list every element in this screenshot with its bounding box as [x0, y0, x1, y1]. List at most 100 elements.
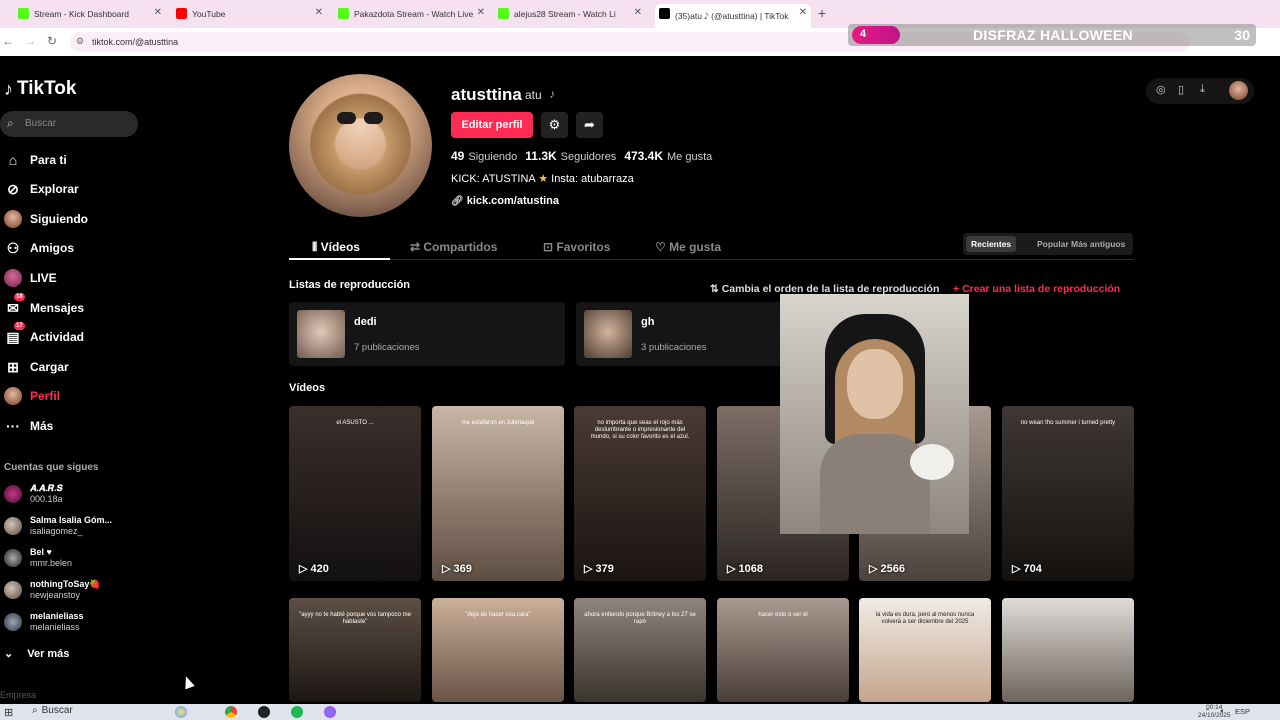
reload-icon[interactable]: ↻ [47, 34, 57, 48]
nav-label: Actividad [30, 330, 85, 344]
profile-link[interactable]: 🔗︎ kick.com/atustina [451, 195, 559, 207]
video-thumbnail[interactable]: me estafaron en Juleriaque ▷ 369 [432, 406, 564, 581]
followed-account[interactable]: Salma Isalia Góm... isaliagomez_ [4, 511, 112, 541]
forward-icon[interactable]: → [24, 34, 36, 48]
settings-icon[interactable]: ⚙ [541, 112, 568, 138]
avatar [4, 485, 22, 503]
close-tab-icon[interactable]: ✕ [477, 7, 485, 18]
nav-item-amigos[interactable]: ⚇ Amigos [4, 237, 74, 259]
likes-count: 473.4K [624, 149, 664, 163]
following-section-title: Cuentas que sigues [4, 462, 99, 473]
browser-tab-active[interactable]: (35)atu 𝅘𝅥𝅮 (@atusttina) | TikTok ✕ [655, 4, 811, 28]
chrome-icon[interactable] [225, 706, 237, 718]
site-info-icon[interactable]: ⚙ [76, 36, 84, 47]
views-count: 369 [453, 563, 472, 575]
video-caption: no wean tho summer i turned pretty [1020, 420, 1116, 426]
tab-compartidos[interactable]: ⇄ Compartidos [410, 240, 497, 254]
obs-icon[interactable] [258, 706, 270, 718]
new-tab-button[interactable]: + [818, 5, 826, 21]
browser-tab[interactable]: Stream - Kick Dashboard ✕ [14, 4, 166, 24]
see-more-button[interactable]: ⌄ Ver más [4, 647, 69, 661]
close-tab-icon[interactable]: ✕ [799, 7, 807, 18]
video-caption: me estafaron en Juleriaque [461, 420, 535, 426]
create-label: Crear una lista de reproducción [962, 283, 1121, 295]
user-avatar[interactable] [1229, 81, 1248, 100]
video-thumbnail[interactable]: no importa que seas el rojo más deslumbr… [574, 406, 706, 581]
followed-account[interactable]: 𝑨.𝑨.𝑹.𝑺 000.18a [4, 479, 63, 509]
nav-item-cargar[interactable]: ⊞ Cargar [4, 356, 69, 378]
video-thumbnail[interactable]: el ASUSTO ... ▷ 420 [289, 406, 421, 581]
nav-item-perfil[interactable]: Perfil [4, 385, 60, 407]
video-thumbnail[interactable] [1002, 598, 1134, 702]
create-playlist-button[interactable]: + Crear una lista de reproducción [953, 283, 1120, 295]
followed-account[interactable]: melanieliass melanieliass [4, 607, 84, 637]
spotify-icon[interactable] [291, 706, 303, 718]
taskbar-clock[interactable]: 00:14 24/10/2025 [1198, 704, 1231, 719]
nav-item-siguiendo[interactable]: Siguiendo [4, 208, 88, 230]
tab-title: (35)atu 𝅘𝅥𝅮 (@atusttina) | TikTok [675, 10, 789, 21]
footer-empresa-link[interactable]: Empresa [0, 690, 36, 700]
following-count: 49 [451, 149, 465, 163]
avatar [4, 517, 22, 535]
nav-item-para-ti[interactable]: ⌂ Para ti [4, 149, 67, 171]
plush-toy-shape [910, 444, 954, 480]
followed-account[interactable]: nothingToSay🍓 newjeanstoy [4, 575, 101, 605]
widgets-icon[interactable] [175, 706, 187, 718]
play-icon: ▷ [727, 563, 739, 575]
sort-recent-button[interactable]: Recientes [966, 236, 1017, 252]
playlist-card[interactable]: dedi 7 publicaciones [289, 302, 565, 366]
bookmark-icon: ⊡ [543, 240, 557, 254]
video-thumbnail[interactable]: "deja de hacer esa cara" [432, 598, 564, 702]
close-tab-icon[interactable]: ✕ [634, 7, 642, 18]
coins-icon[interactable]: ◎ [1156, 83, 1166, 96]
video-caption: "ayyy no te hablé porque vos tampoco me … [299, 612, 411, 625]
nav-item-actividad[interactable]: ▤ 17 Actividad [4, 322, 85, 348]
screen: Stream - Kick Dashboard ✕ YouTube ✕ Paka… [0, 0, 1280, 720]
followed-account[interactable]: Bel ♥ mmr.belen [4, 543, 72, 573]
messages-icon: ✉ [7, 299, 19, 316]
tab-me-gusta[interactable]: ♡ Me gusta [655, 240, 721, 254]
close-tab-icon[interactable]: ✕ [154, 7, 162, 18]
browser-tab[interactable]: YouTube ✕ [172, 4, 327, 24]
share-icon[interactable]: ➦ [576, 112, 603, 138]
friends-icon: ⚇ [6, 239, 20, 256]
app-icon[interactable] [324, 706, 336, 718]
sort-oldest-button[interactable]: Más antiguos [1066, 236, 1130, 252]
edit-profile-button[interactable]: Editar perfil [451, 112, 533, 138]
search-input[interactable]: ⌕ Buscar [0, 111, 138, 137]
tab-favoritos[interactable]: ⊡ Favoritos [543, 240, 610, 254]
account-handle: mmr.belen [30, 558, 73, 568]
nav-item-mensajes[interactable]: ✉ 18 Mensajes [4, 293, 84, 319]
video-thumbnail[interactable]: "ayyy no te hablé porque vos tampoco me … [289, 598, 421, 702]
windows-start-icon[interactable]: ⊞ [4, 706, 13, 719]
video-thumbnail[interactable]: no wean tho summer i turned pretty ▷ 704 [1002, 406, 1134, 581]
kick-favicon-icon [338, 8, 349, 19]
chevron-down-icon: ⌄ [4, 648, 14, 660]
language-indicator[interactable]: ESP [1235, 707, 1250, 716]
stat-following[interactable]: 49 Siguiendo [451, 149, 517, 163]
views-count: 420 [310, 563, 329, 575]
play-icon: ▷ [299, 563, 311, 575]
nav-item-explorar[interactable]: ⊘ Explorar [4, 178, 79, 200]
views-count: 379 [595, 563, 614, 575]
device-icon[interactable]: ▯ [1178, 83, 1184, 96]
browser-tab[interactable]: alejus28 Stream - Watch Li ✕ [494, 4, 646, 24]
download-icon[interactable]: ⤓ [1200, 83, 1205, 96]
playlist-name: dedi [354, 316, 377, 328]
tiktok-logo[interactable]: ♪ TikTok [4, 78, 76, 100]
activity-badge: 17 [14, 322, 25, 330]
video-views: ▷ 420 [299, 562, 329, 575]
taskbar-search[interactable]: ⌕ Buscar [28, 705, 73, 716]
video-thumbnail[interactable]: la vida es dura, pero al menos nunca vol… [859, 598, 991, 702]
tab-videos[interactable]: ⦀ Vídeos [312, 240, 360, 255]
profile-avatar[interactable] [289, 74, 432, 217]
nav-item-live[interactable]: LIVE [4, 267, 57, 289]
back-icon[interactable]: ← [2, 34, 14, 48]
clock-date: 24/10/2025 [1198, 711, 1231, 719]
close-tab-icon[interactable]: ✕ [315, 7, 323, 18]
browser-tab[interactable]: Pakazdota Stream - Watch Live ✕ [334, 4, 489, 24]
video-thumbnail[interactable]: hacer esto o ser él [717, 598, 849, 702]
nav-item-mas[interactable]: ··· Más [4, 415, 53, 437]
video-thumbnail[interactable]: ahora entiendo porque Britney a los 27 s… [574, 598, 706, 702]
stat-followers[interactable]: 11.3K Seguidores [525, 149, 616, 163]
